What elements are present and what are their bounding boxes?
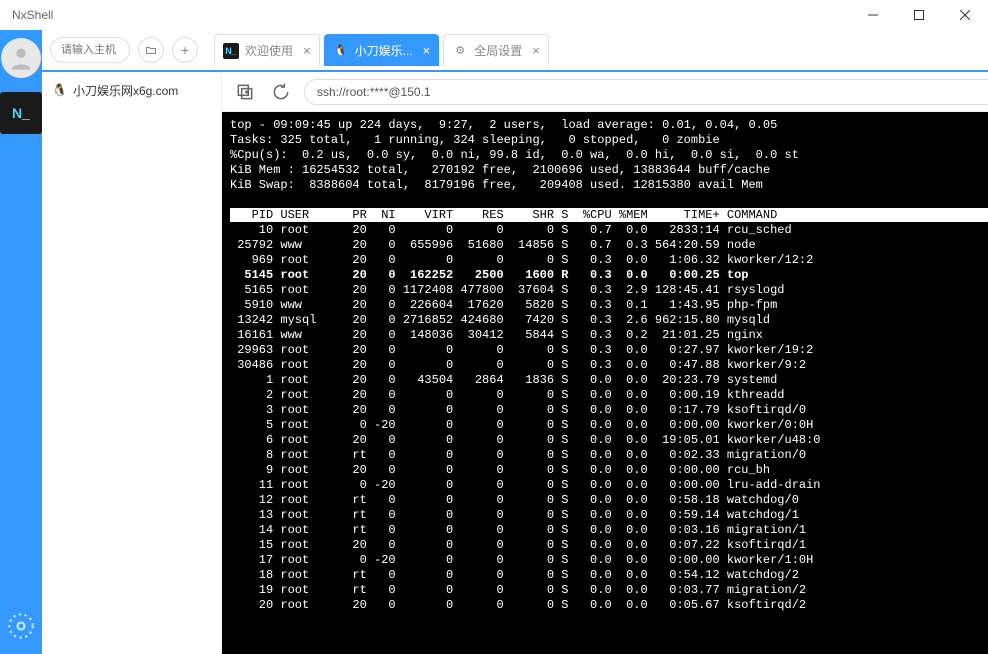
tux-icon: 🐧: [333, 43, 349, 59]
folder-button[interactable]: [138, 37, 164, 63]
terminal[interactable]: top - 09:09:45 up 224 days, 9:27, 2 user…: [222, 112, 988, 654]
tab-welcome[interactable]: N_ 欢迎使用 ×: [214, 34, 320, 66]
add-tab-button[interactable]: +: [172, 37, 198, 63]
close-button[interactable]: [942, 0, 988, 30]
minimize-button[interactable]: [850, 0, 896, 30]
close-icon[interactable]: ×: [423, 43, 431, 58]
tab-label: 小刀娱乐...: [355, 42, 413, 59]
tab-label: 欢迎使用: [245, 42, 293, 59]
toolbar: [222, 72, 988, 112]
settings-icon[interactable]: [3, 608, 39, 644]
close-icon[interactable]: ×: [303, 43, 311, 58]
tab-settings[interactable]: ⚙ 全局设置 ×: [443, 34, 549, 66]
tux-icon: 🐧: [52, 83, 67, 97]
close-icon[interactable]: ×: [532, 43, 540, 58]
app-icon: N_: [223, 43, 239, 59]
tab-session[interactable]: 🐧 小刀娱乐... ×: [324, 34, 440, 66]
session-label: 小刀娱乐网x6g.com: [73, 82, 178, 99]
tabbar: + N_ 欢迎使用 × 🐧 小刀娱乐... × ⚙ 全局设置 ×: [42, 30, 988, 72]
address-input[interactable]: [304, 79, 988, 105]
session-tree: 🐧 小刀娱乐网x6g.com: [42, 72, 222, 654]
avatar[interactable]: [1, 38, 41, 78]
duplicate-button[interactable]: [232, 79, 258, 105]
session-item[interactable]: 🐧 小刀娱乐网x6g.com: [42, 78, 221, 102]
titlebar: NxShell: [0, 0, 988, 30]
tab-label: 全局设置: [474, 42, 522, 59]
sidebar-app-icon[interactable]: N_: [0, 92, 42, 134]
reload-button[interactable]: [268, 79, 294, 105]
gear-icon: ⚙: [452, 43, 468, 59]
host-input[interactable]: [50, 37, 130, 63]
sidebar: N_: [0, 30, 42, 654]
window-title: NxShell: [12, 8, 850, 22]
maximize-button[interactable]: [896, 0, 942, 30]
